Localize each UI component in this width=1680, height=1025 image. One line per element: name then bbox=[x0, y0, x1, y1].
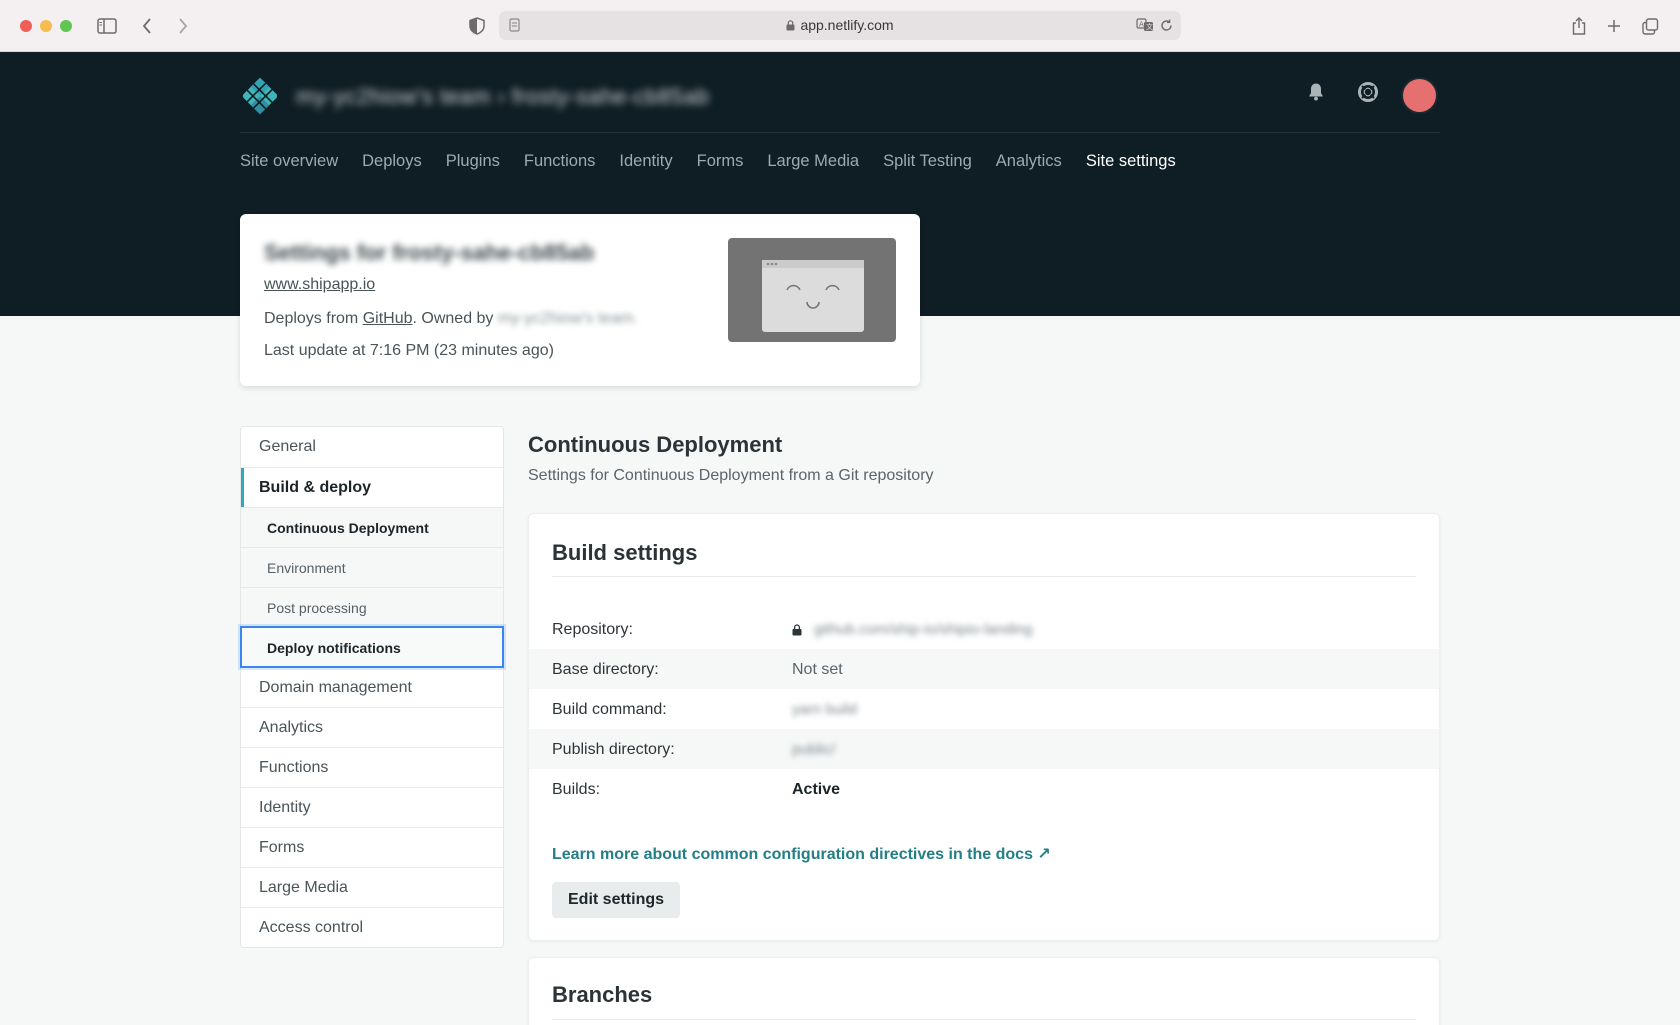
sidebar-item-functions[interactable]: Functions bbox=[241, 747, 503, 787]
setting-label: Base directory: bbox=[552, 661, 659, 678]
site-summary-card: Settings for frosty-sahe-cb85ab www.ship… bbox=[240, 214, 920, 386]
setting-label: Publish directory: bbox=[552, 741, 675, 758]
sidebar-subitem-deploy-notifications[interactable]: Deploy notifications bbox=[240, 626, 504, 668]
nav-functions[interactable]: Functions bbox=[524, 152, 596, 171]
close-window-button[interactable] bbox=[20, 20, 32, 32]
sidebar-subitem-continuous-deployment[interactable]: Continuous Deployment bbox=[241, 507, 503, 547]
setting-value: public/ bbox=[792, 741, 836, 758]
nav-site-settings[interactable]: Site settings bbox=[1086, 152, 1176, 171]
branches-panel: Branches bbox=[528, 957, 1440, 1025]
forward-icon[interactable] bbox=[176, 14, 190, 38]
nav-site-overview[interactable]: Site overview bbox=[240, 152, 338, 171]
site-title: Settings for frosty-sahe-cb85ab bbox=[264, 240, 595, 265]
sidebar-item-build-deploy[interactable]: Build & deploy bbox=[241, 467, 503, 507]
docs-link[interactable]: Learn more about common configuration di… bbox=[552, 844, 1051, 864]
smiley-icon bbox=[762, 260, 864, 309]
site-url-link[interactable]: www.shipapp.io bbox=[264, 276, 375, 294]
panel-title: Build settings bbox=[552, 540, 698, 565]
reload-icon[interactable] bbox=[1159, 15, 1173, 35]
page-subtitle: Settings for Continuous Deployment from … bbox=[528, 467, 934, 484]
status-badge: Active bbox=[792, 781, 841, 798]
site-preview-thumbnail[interactable] bbox=[728, 238, 896, 342]
svg-text:文: 文 bbox=[1146, 22, 1153, 31]
sidebar-subitem-environment[interactable]: Environment bbox=[241, 547, 503, 587]
setting-row-base-directory: Base directory: Not set bbox=[529, 649, 1439, 689]
breadcrumb[interactable]: my-yc2hiow's team › frosty-sahe-cb85ab bbox=[296, 84, 709, 110]
site-nav: Site overview Deploys Plugins Functions … bbox=[240, 152, 1200, 171]
sidebar-item-domain-management[interactable]: Domain management bbox=[241, 667, 503, 707]
setting-label: Repository: bbox=[552, 621, 633, 638]
share-icon[interactable] bbox=[1570, 14, 1588, 38]
owned-by-label: . Owned by bbox=[412, 310, 494, 327]
nav-deploys[interactable]: Deploys bbox=[362, 152, 422, 171]
nav-analytics[interactable]: Analytics bbox=[996, 152, 1062, 171]
url-text: app.netlify.com bbox=[800, 17, 894, 33]
sidebar-toggle-icon[interactable] bbox=[96, 14, 118, 38]
bell-icon[interactable] bbox=[1304, 80, 1328, 104]
divider bbox=[552, 1019, 1416, 1020]
divider bbox=[552, 576, 1416, 577]
sidebar-item-large-media[interactable]: Large Media bbox=[241, 867, 503, 907]
nav-identity[interactable]: Identity bbox=[619, 152, 672, 171]
help-icon[interactable] bbox=[1356, 80, 1380, 104]
repository-link[interactable]: github.com/ship-io/shipio-landing bbox=[814, 621, 1032, 638]
nav-forms[interactable]: Forms bbox=[697, 152, 744, 171]
setting-label: Build command: bbox=[552, 701, 667, 718]
nav-plugins[interactable]: Plugins bbox=[446, 152, 500, 171]
github-link[interactable]: GitHub bbox=[363, 310, 413, 327]
nav-large-media[interactable]: Large Media bbox=[767, 152, 859, 171]
setting-value: Not set bbox=[792, 661, 843, 678]
sidebar-item-forms[interactable]: Forms bbox=[241, 827, 503, 867]
settings-sidebar: General Build & deploy Continuous Deploy… bbox=[240, 426, 504, 948]
sidebar-subitem-post-processing[interactable]: Post processing bbox=[241, 587, 503, 627]
page-title: Continuous Deployment bbox=[528, 432, 783, 457]
sidebar-item-access-control[interactable]: Access control bbox=[241, 907, 503, 947]
edit-settings-button[interactable]: Edit settings bbox=[552, 882, 681, 918]
deploys-prefix: Deploys from bbox=[264, 310, 359, 327]
sidebar-item-identity[interactable]: Identity bbox=[241, 787, 503, 827]
sidebar-item-analytics[interactable]: Analytics bbox=[241, 707, 503, 747]
back-icon[interactable] bbox=[140, 14, 154, 38]
minimize-window-button[interactable] bbox=[40, 20, 52, 32]
preview-window bbox=[762, 260, 864, 332]
sidebar-item-general[interactable]: General bbox=[241, 427, 503, 467]
browser-toolbar: app.netlify.com A文 bbox=[0, 0, 1680, 52]
zoom-window-button[interactable] bbox=[60, 20, 72, 32]
panel-title: Branches bbox=[552, 982, 653, 1007]
shield-icon[interactable] bbox=[468, 14, 486, 38]
setting-row-builds: Builds: Active bbox=[529, 769, 1439, 809]
svg-text:A: A bbox=[1139, 20, 1144, 28]
new-tab-icon[interactable] bbox=[1605, 14, 1623, 38]
setting-value: yarn build bbox=[792, 701, 858, 718]
header-divider bbox=[240, 132, 1440, 133]
last-update: Last update at 7:16 PM (23 minutes ago) bbox=[264, 342, 554, 359]
setting-row-build-command: Build command: yarn build bbox=[529, 689, 1439, 729]
translate-icon[interactable]: A文 bbox=[1136, 15, 1154, 35]
owner-name[interactable]: my-yc2hiow's team. bbox=[498, 310, 638, 327]
deploy-source-line: Deploys from GitHub. Owned by my-yc2hiow… bbox=[264, 310, 638, 328]
tabs-icon[interactable] bbox=[1641, 14, 1659, 38]
setting-label: Builds: bbox=[552, 781, 601, 798]
lock-icon bbox=[792, 623, 802, 641]
avatar[interactable] bbox=[1403, 79, 1436, 112]
setting-row-publish-directory: Publish directory: public/ bbox=[529, 729, 1439, 769]
build-settings-panel: Build settings Repository: github.com/sh… bbox=[528, 513, 1440, 941]
netlify-logo[interactable] bbox=[240, 76, 280, 116]
address-bar[interactable]: app.netlify.com A文 bbox=[499, 11, 1181, 40]
setting-row-repository: Repository: github.com/ship-io/shipio-la… bbox=[529, 609, 1439, 649]
nav-split-testing[interactable]: Split Testing bbox=[883, 152, 972, 171]
lock-icon bbox=[786, 20, 795, 31]
